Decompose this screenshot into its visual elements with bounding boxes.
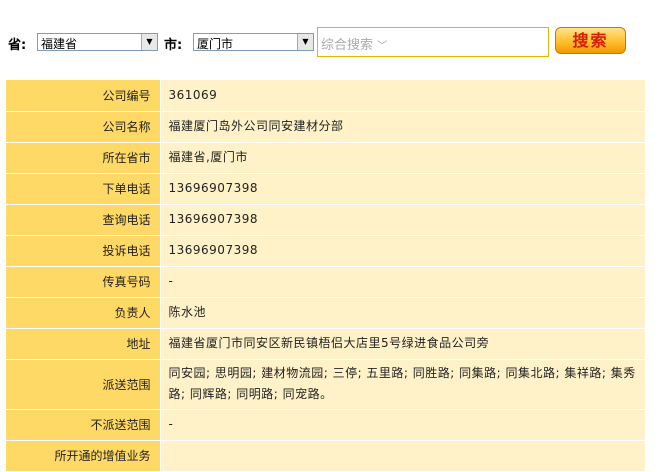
- table-row: 负责人 陈水池: [6, 297, 645, 329]
- table-row: 所开通的增值业务: [6, 440, 645, 472]
- table-row: 查询电话 13696907398: [6, 204, 645, 236]
- field-label: 公司编号: [6, 80, 161, 112]
- province-value: 福建省: [41, 37, 78, 51]
- city-select[interactable]: 厦门市 ▼: [193, 33, 314, 51]
- field-label: 查询电话: [6, 204, 161, 236]
- table-row: 所在省市 福建省,厦门市: [6, 142, 645, 174]
- field-value: 13696907398: [160, 173, 645, 205]
- field-label: 所在省市: [6, 142, 161, 174]
- table-row: 派送范围 同安园; 思明园; 建材物流园; 三停; 五里路; 同胜路; 同集路;…: [6, 359, 645, 410]
- table-row: 下单电话 13696907398: [6, 173, 645, 205]
- table-row: 投诉电话 13696907398: [6, 235, 645, 267]
- field-value: 福建省,厦门市: [160, 142, 645, 174]
- field-value: 361069: [160, 80, 645, 112]
- field-value: 同安园; 思明园; 建材物流园; 三停; 五里路; 同胜路; 同集路; 同集北路…: [160, 359, 645, 410]
- chevron-down-icon: ﹀: [377, 41, 388, 52]
- field-label: 传真号码: [6, 266, 161, 298]
- province-label: 省:: [8, 38, 27, 53]
- chevron-down-icon[interactable]: ▼: [297, 34, 313, 50]
- field-label: 派送范围: [6, 359, 161, 410]
- table-row: 传真号码 -: [6, 266, 645, 298]
- city-value: 厦门市: [197, 37, 234, 51]
- field-value: 陈水池: [160, 297, 645, 329]
- table-row: 公司编号 361069: [6, 80, 645, 112]
- field-label: 投诉电话: [6, 235, 161, 267]
- table-row: 不派送范围 -: [6, 409, 645, 441]
- keyword-placeholder: 综合搜索: [321, 38, 374, 53]
- field-value: -: [160, 266, 645, 298]
- keyword-search-input[interactable]: 综合搜索 ﹀: [317, 27, 549, 57]
- table-row: 地址 福建省厦门市同安区新民镇梧侣大店里5号绿进食品公司旁: [6, 328, 645, 360]
- field-value: 福建省厦门市同安区新民镇梧侣大店里5号绿进食品公司旁: [160, 328, 645, 360]
- field-value: -: [160, 409, 645, 441]
- field-label: 下单电话: [6, 173, 161, 205]
- table-row: 公司名称 福建厦门岛外公司同安建材分部: [6, 111, 645, 143]
- field-value: 13696907398: [160, 235, 645, 267]
- chevron-down-icon[interactable]: ▼: [141, 34, 157, 50]
- field-label: 公司名称: [6, 111, 161, 143]
- search-bar: 省: 福建省 ▼ 市: 厦门市 ▼ 综合搜索 ﹀ 搜索: [0, 0, 663, 72]
- city-label: 市:: [164, 38, 183, 53]
- field-label: 所开通的增值业务: [6, 440, 161, 472]
- field-label: 不派送范围: [6, 409, 161, 441]
- company-details-table: 公司编号 361069 公司名称 福建厦门岛外公司同安建材分部 所在省市 福建省…: [6, 80, 645, 472]
- field-label: 负责人: [6, 297, 161, 329]
- province-select[interactable]: 福建省 ▼: [37, 33, 158, 51]
- search-button[interactable]: 搜索: [555, 27, 626, 54]
- field-value: [160, 440, 645, 472]
- field-value: 13696907398: [160, 204, 645, 236]
- field-value: 福建厦门岛外公司同安建材分部: [160, 111, 645, 143]
- field-label: 地址: [6, 328, 161, 360]
